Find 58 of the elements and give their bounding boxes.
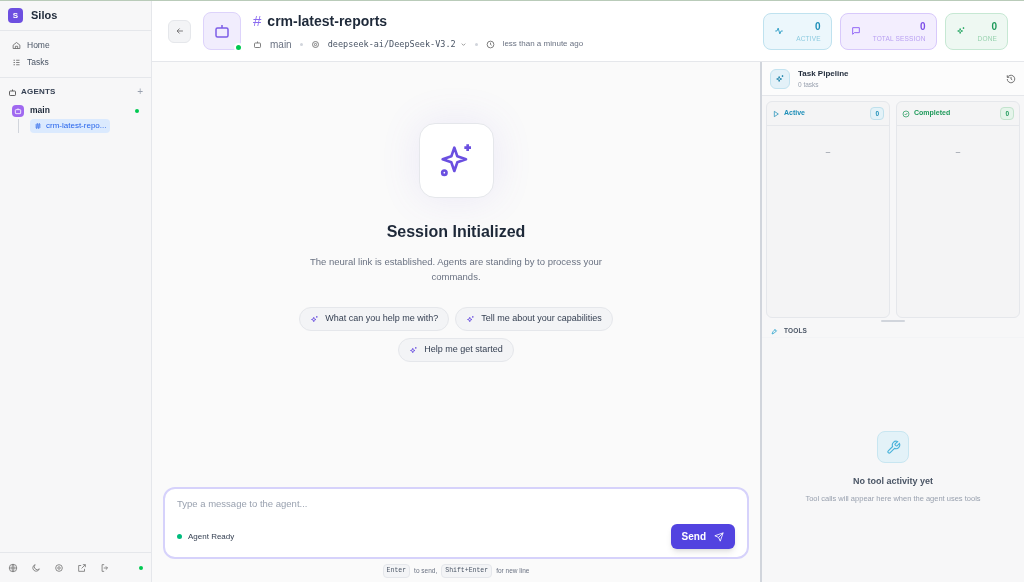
suggestion-chip[interactable]: Help me get started <box>398 338 514 362</box>
agent-item[interactable]: main <box>8 102 143 119</box>
chevron-down-icon <box>459 40 467 48</box>
chat-icon <box>850 26 861 36</box>
suggestion-chip[interactable]: Tell me about your capabilities <box>455 307 613 331</box>
logout-icon[interactable] <box>100 562 110 573</box>
session-title: Session Initialized <box>386 222 526 242</box>
robot-icon <box>253 39 262 49</box>
session-description: The neural link is established. Agents are standing by to process your commands. <box>309 255 603 284</box>
empty-text: – <box>825 146 831 158</box>
home-icon <box>12 41 21 50</box>
external-link-icon[interactable] <box>77 562 87 573</box>
clock-icon <box>485 39 495 49</box>
model-selector[interactable]: deepseek-ai/DeepSeek-V3.2 <box>327 37 467 51</box>
history-icon[interactable] <box>1006 73 1016 84</box>
sparkle-icon <box>418 123 494 198</box>
settings-icon[interactable] <box>54 562 64 573</box>
robot-icon <box>8 87 17 97</box>
section-heading: AGENTS <box>21 86 56 98</box>
wrench-icon <box>877 431 909 463</box>
agent-status: Agent Ready <box>188 530 235 543</box>
stat-value: 0 <box>815 19 821 34</box>
activity-icon <box>774 26 785 36</box>
arrow-left-icon <box>174 26 185 36</box>
channel-title: crm-latest-reports <box>267 12 388 31</box>
logo-icon: S <box>8 8 23 23</box>
nav-item[interactable]: Home <box>8 37 143 54</box>
send-icon <box>714 531 724 542</box>
robot-icon <box>213 22 231 40</box>
app-name: Silos <box>31 8 58 24</box>
panel-title: Task Pipeline <box>798 67 849 80</box>
hash-icon <box>34 122 42 130</box>
channel-item[interactable]: crm-latest-repo... <box>30 119 111 133</box>
moon-icon[interactable] <box>31 562 41 573</box>
sparkle-icon <box>955 26 966 36</box>
stat-value: 0 <box>920 19 926 34</box>
list-icon <box>12 58 21 67</box>
sparkle-icon <box>466 314 476 324</box>
channel-symbol: # <box>253 11 262 32</box>
nav-item[interactable]: Tasks <box>8 54 143 71</box>
gear-icon <box>310 39 320 49</box>
suggestion-chip[interactable]: What can you help me with? <box>299 307 450 331</box>
wrench-icon <box>770 326 778 335</box>
empty-state-title: No tool activity yet <box>853 475 933 488</box>
play-icon <box>772 109 780 118</box>
empty-text: – <box>955 146 961 158</box>
back-button[interactable] <box>168 19 191 43</box>
message-input[interactable]: Type a message to the agent... <box>177 497 477 512</box>
globe-icon[interactable] <box>8 562 18 573</box>
stat-value: 0 <box>991 19 997 34</box>
sparkle-icon <box>770 68 790 89</box>
robot-icon <box>12 104 24 117</box>
agent-name: main <box>270 37 292 52</box>
check-circle-icon <box>902 109 910 118</box>
sparkle-icon <box>409 345 419 355</box>
timestamp: less than a minute ago <box>502 38 584 51</box>
sparkle-icon <box>310 314 320 324</box>
send-button[interactable]: Send <box>670 524 735 550</box>
